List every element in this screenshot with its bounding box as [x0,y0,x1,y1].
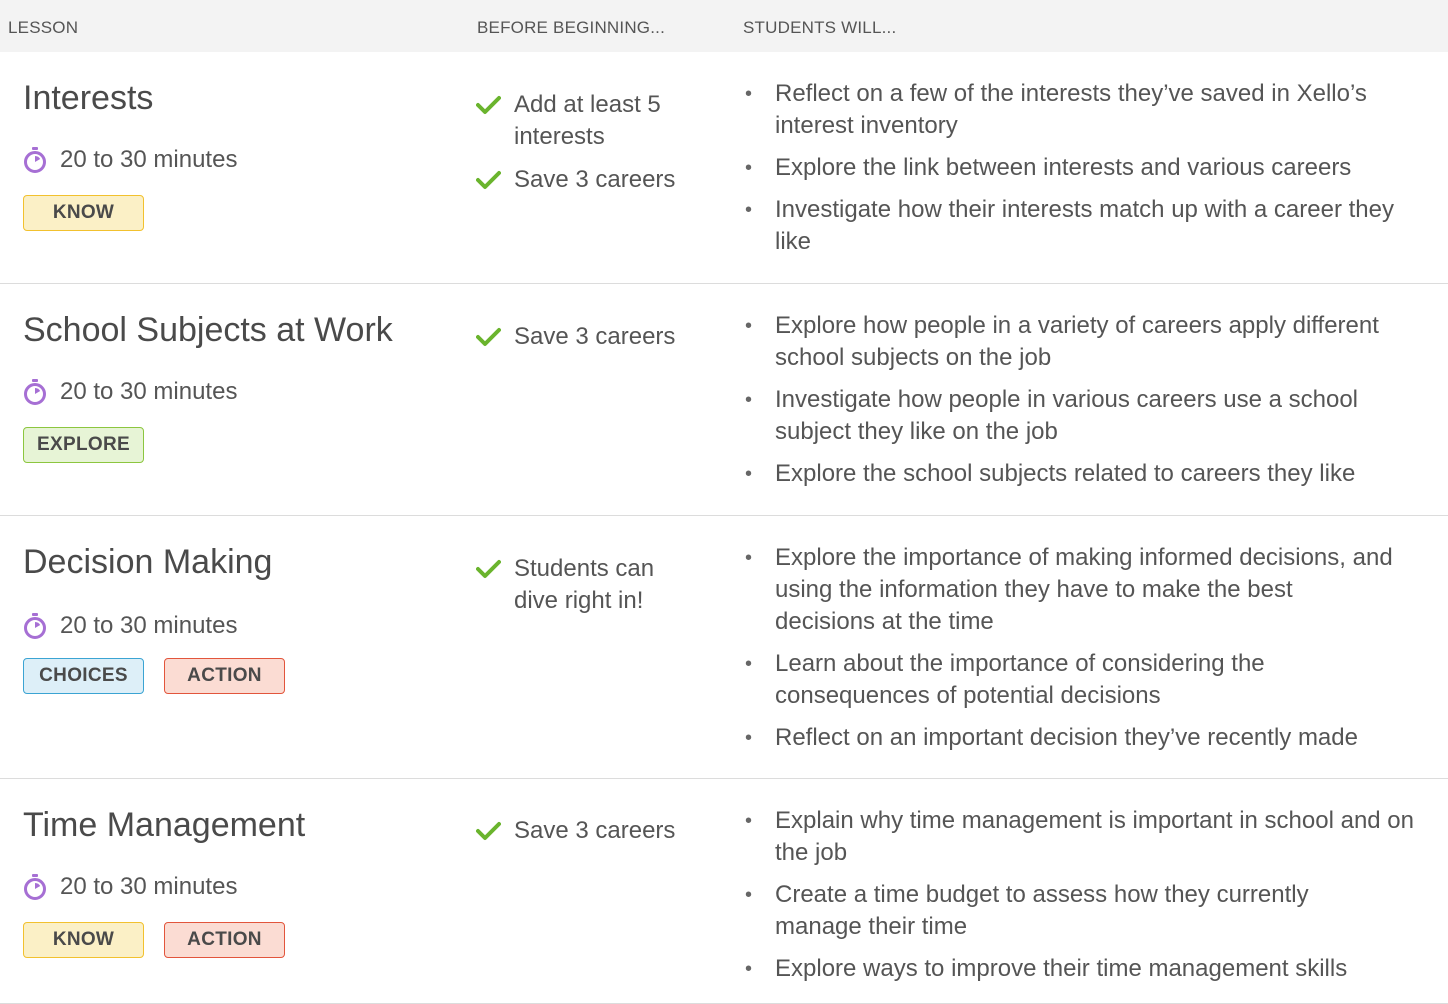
lesson-duration: 20 to 30 minutes [23,146,237,174]
checkmark-icon [476,328,501,346]
prerequisite-text: Add at least 5 interests [514,91,661,150]
prerequisite-list: Students can dive right in! [476,553,674,628]
objective-text: Investigate how their interests match up… [775,196,1394,255]
prerequisite-item: Save 3 careers [476,164,675,196]
prerequisite-list: Save 3 careers [476,815,675,858]
lesson-title[interactable]: Decision Making [23,543,272,582]
tag-explore: EXPLORE [23,427,144,463]
objective-item: • Investigate how their interests match u… [745,194,1435,258]
bullet-icon: • [745,884,753,906]
lesson-duration: 20 to 30 minutes [23,612,237,640]
checkmark-icon [476,171,501,189]
prerequisite-item: Students can dive right in! [476,553,674,617]
tag-list: EXPLORE [23,427,164,463]
objective-text: Explore the link between interests and v… [775,154,1352,181]
prerequisite-text: Save 3 careers [514,817,676,844]
duration-text: 20 to 30 minutes [60,612,238,639]
objective-text: Learn about the importance of considerin… [775,650,1265,709]
bullet-icon: • [745,83,753,105]
checkmark-icon [476,96,501,114]
objective-item: • Learn about the importance of consideri… [745,648,1395,712]
stopwatch-icon [24,874,46,900]
objective-item: • Reflect on an important decision they’v… [745,722,1395,754]
lesson-row-interests: Interests 20 to 30 minutes KNOW Add at l… [0,52,1448,284]
objective-item: • Explore how people in a variety of care… [745,310,1435,374]
stopwatch-icon [24,613,46,639]
prerequisite-item: Save 3 careers [476,321,675,353]
bullet-icon: • [745,727,753,749]
lesson-row-decision-making: Decision Making 20 to 30 minutes CHOICES… [0,516,1448,779]
objective-item: • Explore ways to improve their time mana… [745,953,1435,985]
prerequisite-item: Add at least 5 interests [476,89,675,153]
objective-text: Explore the school subjects related to c… [775,460,1356,487]
objective-text: Explore how people in a variety of caree… [775,312,1379,371]
lesson-row-time-management: Time Management 20 to 30 minutes KNOW AC… [0,779,1448,1004]
table-header: LESSON BEFORE BEGINNING... STUDENTS WILL… [0,0,1448,52]
lesson-title[interactable]: Time Management [23,806,305,845]
tag-know: KNOW [23,922,144,958]
bullet-icon: • [745,389,753,411]
lesson-row-school-subjects: School Subjects at Work 20 to 30 minutes… [0,284,1448,516]
objective-item: • Explore the importance of making inform… [745,542,1395,638]
objective-list: • Explore the importance of making inform… [745,542,1395,764]
lesson-title[interactable]: School Subjects at Work [23,311,393,350]
prerequisite-item: Save 3 careers [476,815,675,847]
header-lesson: LESSON [8,18,79,37]
objective-text: Reflect on a few of the interests they’v… [775,80,1367,139]
bullet-icon: • [745,463,753,485]
prerequisite-text: Save 3 careers [514,166,676,193]
objective-item: • Explore the link between interests and … [745,152,1435,184]
objective-item: • Reflect on a few of the interests they’… [745,78,1435,142]
objective-text: Explain why time management is important… [775,807,1414,866]
objective-text: Reflect on an important decision they’ve… [775,724,1358,751]
objective-list: • Explain why time management is importan… [745,805,1435,995]
tag-list: CHOICES ACTION [23,658,305,694]
tag-list: KNOW ACTION [23,922,305,958]
duration-text: 20 to 30 minutes [60,378,238,405]
objective-item: • Investigate how people in various caree… [745,384,1435,448]
bullet-icon: • [745,958,753,980]
checkmark-icon [476,822,501,840]
objective-item: • Explain why time management is importan… [745,805,1435,869]
prerequisite-list: Add at least 5 interests Save 3 careers [476,89,675,207]
objective-text: Explore ways to improve their time manag… [775,955,1348,982]
tag-action: ACTION [164,922,285,958]
lesson-duration: 20 to 30 minutes [23,873,237,901]
lesson-duration: 20 to 30 minutes [23,378,237,406]
stopwatch-icon [24,379,46,405]
prerequisite-list: Save 3 careers [476,321,675,364]
bullet-icon: • [745,199,753,221]
duration-text: 20 to 30 minutes [60,146,238,173]
bullet-icon: • [745,653,753,675]
lesson-title[interactable]: Interests [23,79,153,118]
tag-know: KNOW [23,195,144,231]
header-students-will: STUDENTS WILL... [743,18,897,37]
bullet-icon: • [745,315,753,337]
tag-list: KNOW [23,195,164,231]
stopwatch-icon [24,147,46,173]
bullet-icon: • [745,547,753,569]
objective-list: • Reflect on a few of the interests they’… [745,78,1435,268]
objective-item: • Create a time budget to assess how they… [745,879,1435,943]
objective-text: Investigate how people in various career… [775,386,1359,445]
objective-text: Create a time budget to assess how they … [775,881,1309,940]
bullet-icon: • [745,810,753,832]
objective-item: • Explore the school subjects related to … [745,458,1435,490]
bullet-icon: • [745,157,753,179]
objective-text: Explore the importance of making informe… [775,544,1393,635]
duration-text: 20 to 30 minutes [60,873,238,900]
tag-choices: CHOICES [23,658,144,694]
prerequisite-text: Save 3 careers [514,323,676,350]
tag-action: ACTION [164,658,285,694]
header-before-beginning: BEFORE BEGINNING... [477,18,665,37]
objective-list: • Explore how people in a variety of care… [745,310,1435,500]
checkmark-icon [476,560,501,578]
prerequisite-text: Students can dive right in! [514,555,655,614]
